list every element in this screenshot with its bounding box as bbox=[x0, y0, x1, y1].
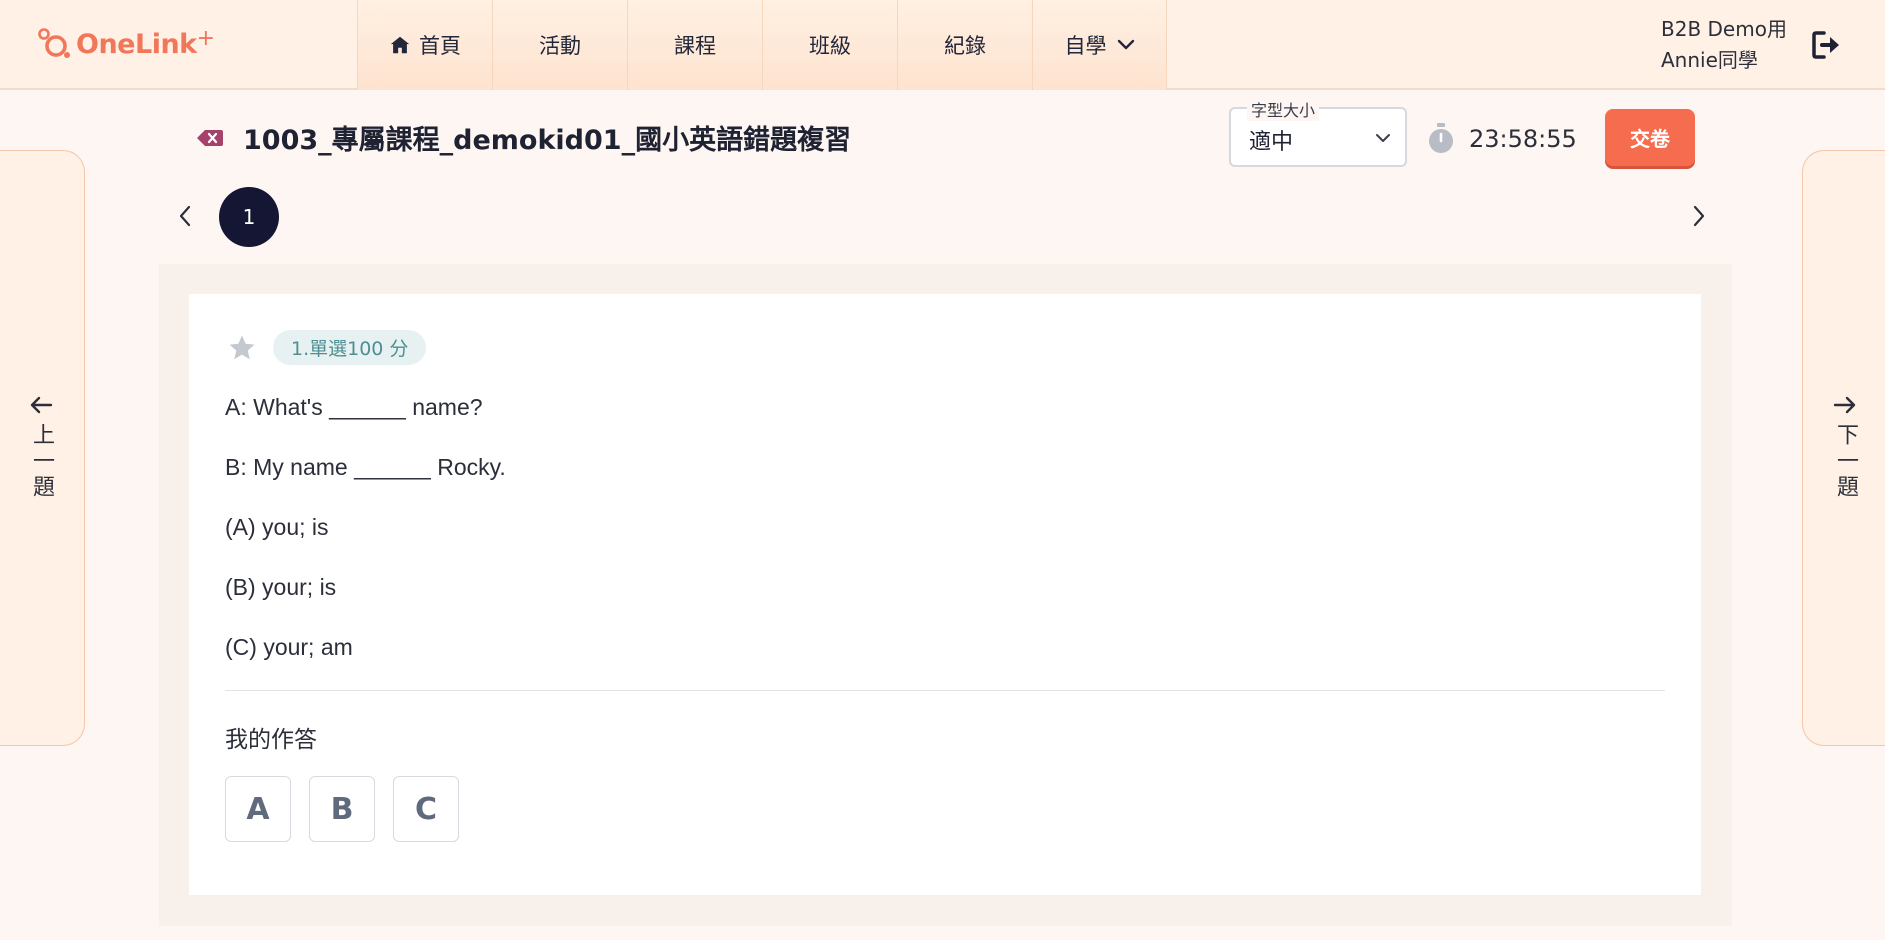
logout-icon[interactable] bbox=[1810, 28, 1844, 62]
user-name: Annie同學 bbox=[1661, 48, 1758, 72]
stopwatch-icon bbox=[1426, 122, 1456, 160]
home-icon bbox=[389, 34, 411, 56]
nav-item-home[interactable]: 首頁 bbox=[357, 0, 492, 90]
backspace-icon[interactable] bbox=[196, 128, 224, 152]
nav-item-activities[interactable]: 活動 bbox=[492, 0, 627, 90]
next-question-panel[interactable]: 下一題 bbox=[1802, 150, 1885, 746]
divider bbox=[225, 690, 1665, 691]
chevron-down-icon bbox=[1375, 129, 1391, 148]
user-info: B2B Demo用 Annie同學 bbox=[1661, 14, 1787, 76]
choice-line: (C) your; am bbox=[225, 634, 353, 660]
star-icon[interactable] bbox=[227, 333, 257, 367]
font-size-value: 適中 bbox=[1249, 130, 1294, 155]
nav-item-label: 班級 bbox=[809, 34, 851, 58]
nav-item-records[interactable]: 紀錄 bbox=[897, 0, 1032, 90]
prev-question-label: 上一題 bbox=[29, 423, 54, 501]
answer-option-b[interactable]: B bbox=[309, 776, 375, 842]
next-question-label: 下一題 bbox=[1833, 423, 1858, 501]
nav-item-label: 課程 bbox=[674, 34, 716, 58]
nav-item-label: 紀錄 bbox=[944, 34, 986, 58]
user-org: B2B Demo用 bbox=[1661, 17, 1787, 41]
question-line: B: My name ______ Rocky. bbox=[225, 454, 506, 480]
main-nav: 首頁 活動 課程 班級 紀錄 自學 bbox=[357, 0, 1167, 90]
arrow-right-icon bbox=[1833, 395, 1857, 419]
submit-exam-button[interactable]: 交卷 bbox=[1605, 109, 1695, 166]
font-size-label: 字型大小 bbox=[1247, 97, 1320, 121]
top-header: OneLink + 首頁 活動 課程 班級 紀錄 自學 B2B Demo用 An… bbox=[0, 0, 1885, 90]
logo-text: OneLink bbox=[76, 28, 197, 60]
nav-item-label: 首頁 bbox=[419, 34, 461, 58]
question-number-1[interactable]: 1 bbox=[219, 187, 279, 247]
answer-option-a[interactable]: A bbox=[225, 776, 291, 842]
chevron-left-icon[interactable] bbox=[178, 204, 192, 232]
chevron-right-icon[interactable] bbox=[1692, 204, 1706, 232]
nav-item-self-study[interactable]: 自學 bbox=[1032, 0, 1167, 90]
nav-item-label: 活動 bbox=[539, 34, 581, 58]
onelink-logo[interactable]: OneLink + bbox=[36, 24, 215, 64]
exam-title: 1003_專屬課程_demokid01_國小英語錯題複習 bbox=[243, 125, 852, 156]
question-line: A: What's ______ name? bbox=[225, 394, 483, 420]
choice-line: (A) you; is bbox=[225, 514, 329, 540]
prev-question-panel[interactable]: 上一題 bbox=[0, 150, 85, 746]
arrow-left-icon bbox=[29, 395, 53, 419]
nav-item-courses[interactable]: 課程 bbox=[627, 0, 762, 90]
choice-line: (B) your; is bbox=[225, 574, 337, 600]
my-answer-label: 我的作答 bbox=[225, 727, 317, 753]
font-size-select[interactable]: 字型大小 適中 bbox=[1229, 97, 1407, 167]
answer-option-c[interactable]: C bbox=[393, 776, 459, 842]
logo-mark-icon bbox=[36, 24, 80, 64]
chevron-down-icon bbox=[1117, 39, 1135, 51]
logo-plus: + bbox=[196, 25, 216, 51]
question-type-badge: 1.單選100 分 bbox=[273, 330, 427, 365]
nav-item-label: 自學 bbox=[1064, 34, 1107, 58]
nav-item-classes[interactable]: 班級 bbox=[762, 0, 897, 90]
countdown-timer: 23:58:55 bbox=[1469, 125, 1577, 153]
